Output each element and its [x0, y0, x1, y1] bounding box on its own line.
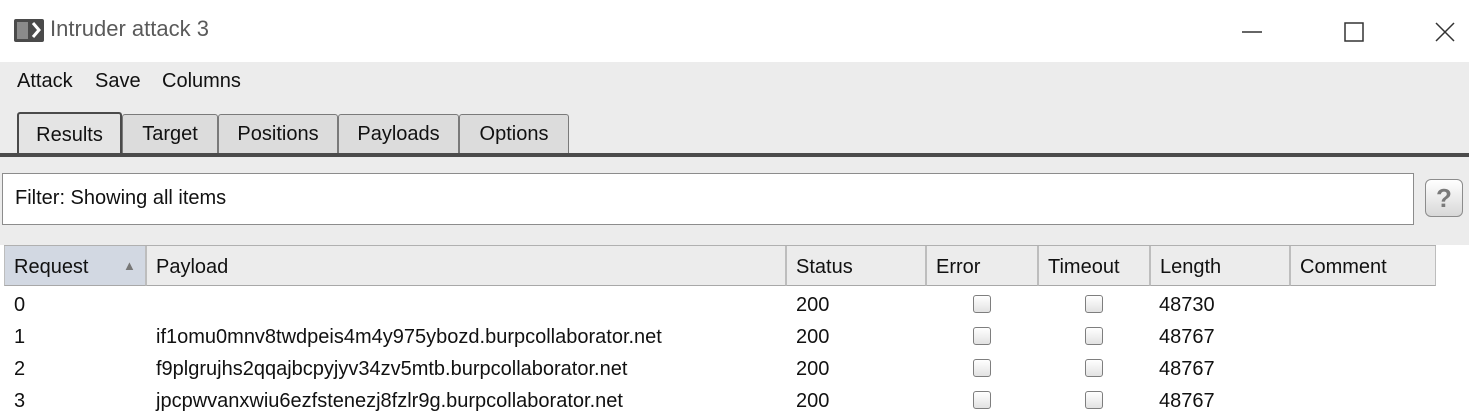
tab-options[interactable]: Options — [459, 114, 569, 154]
cell-length: 48767 — [1159, 358, 1215, 380]
cell-request: 0 — [14, 294, 26, 316]
table-header: Request ▲ Payload Status Error Timeout L… — [4, 245, 1436, 286]
cell-length: 48767 — [1159, 390, 1215, 412]
cell-payload: f9plgrujhs2qqajbcpyjyv34zv5mtb.burpcolla… — [156, 358, 628, 380]
window-title: Intruder attack 3 — [50, 16, 209, 41]
minimize-icon — [1242, 31, 1262, 33]
maximize-icon — [1344, 22, 1364, 42]
column-header-request[interactable]: Request ▲ — [4, 246, 146, 286]
column-header-length[interactable]: Length — [1150, 246, 1290, 286]
cell-status: 200 — [796, 390, 830, 412]
column-header-payload[interactable]: Payload — [146, 246, 786, 286]
help-button[interactable]: ? — [1425, 179, 1463, 217]
sort-ascending-icon: ▲ — [123, 258, 136, 273]
tab-target[interactable]: Target — [122, 114, 218, 154]
minimize-button[interactable] — [1230, 14, 1274, 50]
table-row[interactable]: 0 200 48730 — [0, 289, 1440, 321]
cell-payload: jpcpwvanxwiu6ezfstenezj8fzlr9g.burpcolla… — [156, 390, 623, 412]
cell-payload: if1omu0mnv8twdpeis4m4y975ybozd.burpcolla… — [156, 326, 662, 348]
menu-columns[interactable]: Columns — [162, 70, 241, 93]
timeout-checkbox[interactable] — [1085, 359, 1103, 377]
cell-status: 200 — [796, 294, 830, 316]
table-row[interactable]: 2 f9plgrujhs2qqajbcpyjyv34zv5mtb.burpcol… — [0, 353, 1440, 385]
menu-bar: Attack Save Columns — [0, 62, 1469, 102]
cell-request: 1 — [14, 326, 26, 348]
results-table: Request ▲ Payload Status Error Timeout L… — [0, 245, 1469, 415]
help-icon: ? — [1436, 182, 1452, 213]
burp-app-icon — [14, 19, 44, 42]
tab-positions[interactable]: Positions — [218, 114, 338, 154]
filter-bar[interactable]: Filter: Showing all items — [2, 173, 1414, 225]
menu-save[interactable]: Save — [95, 70, 141, 93]
column-header-error[interactable]: Error — [926, 246, 1038, 286]
results-panel: Filter: Showing all items ? Request ▲ Pa… — [0, 157, 1469, 415]
cell-request: 2 — [14, 358, 26, 380]
cell-status: 200 — [796, 358, 830, 380]
menu-attack[interactable]: Attack — [17, 70, 73, 93]
column-header-timeout[interactable]: Timeout — [1038, 246, 1150, 286]
close-icon — [1435, 22, 1455, 42]
tab-bar: Results Target Positions Payloads Option… — [0, 102, 1469, 157]
cell-length: 48730 — [1159, 294, 1215, 316]
error-checkbox[interactable] — [973, 359, 991, 377]
timeout-checkbox[interactable] — [1085, 295, 1103, 313]
timeout-checkbox[interactable] — [1085, 327, 1103, 345]
timeout-checkbox[interactable] — [1085, 391, 1103, 409]
cell-length: 48767 — [1159, 326, 1215, 348]
title-bar: Intruder attack 3 — [0, 0, 1469, 62]
cell-request: 3 — [14, 390, 26, 412]
tab-results[interactable]: Results — [17, 112, 122, 157]
cell-status: 200 — [796, 326, 830, 348]
error-checkbox[interactable] — [973, 391, 991, 409]
column-header-status[interactable]: Status — [786, 246, 926, 286]
close-button[interactable] — [1423, 14, 1467, 50]
error-checkbox[interactable] — [973, 327, 991, 345]
tab-payloads[interactable]: Payloads — [338, 114, 459, 154]
table-row[interactable]: 1 if1omu0mnv8twdpeis4m4y975ybozd.burpcol… — [0, 321, 1440, 353]
table-row[interactable]: 3 jpcpwvanxwiu6ezfstenezj8fzlr9g.burpcol… — [0, 385, 1440, 417]
maximize-button[interactable] — [1332, 14, 1376, 50]
column-header-comment[interactable]: Comment — [1290, 246, 1436, 286]
error-checkbox[interactable] — [973, 295, 991, 313]
